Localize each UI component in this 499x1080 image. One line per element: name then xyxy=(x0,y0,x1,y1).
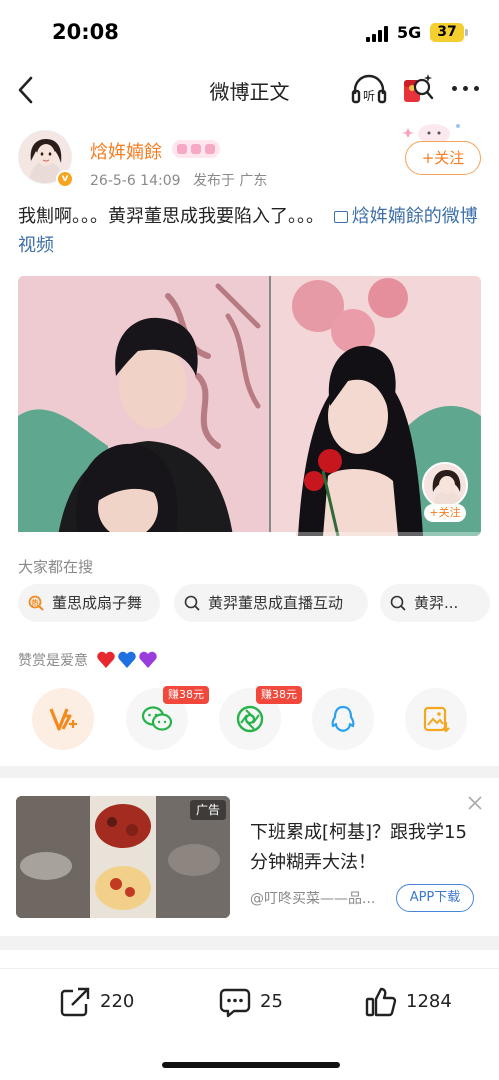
more-icon[interactable] xyxy=(452,84,482,94)
floating-avatar[interactable] xyxy=(422,462,468,508)
ad-title[interactable]: 下班累成[柯基]？跟我学15分钟糊弄大法！ xyxy=(250,818,482,878)
signal-icon xyxy=(366,26,390,42)
post-date: 26-5-6 14:09 xyxy=(90,173,181,189)
search-chip[interactable]: 黄羿董思成直播互动 xyxy=(174,584,368,622)
repost-button[interactable]: 220 xyxy=(58,985,148,1021)
wechat-reward-badge: 赚38元 xyxy=(163,686,209,704)
svg-text:热: 热 xyxy=(32,598,39,607)
wechat-icon xyxy=(141,706,173,731)
video-progress-bar[interactable] xyxy=(18,532,481,536)
battery-icon: 37 xyxy=(430,23,464,42)
search-icon xyxy=(184,595,200,611)
search-chip-label: 黄羿... xyxy=(414,594,459,612)
heart-icon xyxy=(118,651,136,668)
section-divider xyxy=(0,936,499,950)
red-packet-search-icon[interactable] xyxy=(400,70,436,108)
comment-count: 25 xyxy=(260,991,283,1012)
post-header: v 焓姩婻餘 26-5-6 14:09 发布于 广东 +关注 xyxy=(0,118,499,200)
listen-icon[interactable]: 听 xyxy=(350,72,388,108)
close-icon[interactable] xyxy=(466,794,484,812)
search-chip[interactable]: 黄羿... xyxy=(380,584,490,622)
post-text: 我劁啊。。。黄羿董思成我要陷入了。。。 焓姩婻餘的微博视频 xyxy=(18,202,484,260)
hot-search-chips: 热 董思成扇子舞 黄羿董思成直播互动 黄羿... xyxy=(18,584,499,622)
floating-follow-button[interactable]: +关注 xyxy=(424,504,466,522)
search-chip-label: 黄羿董思成直播互动 xyxy=(208,594,344,612)
reward-label: 赞赏是爱意 xyxy=(18,653,88,669)
home-indicator[interactable] xyxy=(162,1062,340,1068)
ad-download-button[interactable]: APP下载 xyxy=(396,884,474,912)
save-image-icon xyxy=(423,706,450,733)
hot-search-icon: 热 xyxy=(28,595,44,611)
post-location: 发布于 广东 xyxy=(192,173,268,189)
author-name[interactable]: 焓姩婻餘 xyxy=(90,138,162,164)
search-chip-label: 董思成扇子舞 xyxy=(52,594,143,612)
heart-icon xyxy=(139,651,157,668)
moments-reward-badge: 赚38元 xyxy=(256,686,302,704)
comment-button[interactable]: 25 xyxy=(218,985,298,1021)
follow-button[interactable]: +关注 xyxy=(405,141,481,175)
member-badge-icon[interactable] xyxy=(172,140,220,158)
share-row: 赚38元 赚38元 xyxy=(0,686,499,752)
moments-icon xyxy=(236,705,264,733)
repost-count: 220 xyxy=(100,991,135,1012)
ad-card[interactable]: 广告 下班累成[柯基]？跟我学15分钟糊弄大法！ @叮咚买菜——品... APP… xyxy=(0,778,499,936)
nav-bar: 微博正文 听 xyxy=(0,62,499,118)
hot-search-title: 大家都在搜 xyxy=(18,558,94,576)
svg-text:听: 听 xyxy=(363,89,375,103)
qq-share-button[interactable] xyxy=(312,688,374,750)
video-frame xyxy=(18,276,481,536)
comment-icon xyxy=(219,988,251,1018)
section-divider xyxy=(0,766,499,778)
video-link-icon xyxy=(333,211,348,223)
search-icon xyxy=(390,595,406,611)
action-bar: 220 25 1284 xyxy=(0,968,499,1038)
post-meta: 26-5-6 14:09 发布于 广东 xyxy=(90,170,275,190)
save-image-button[interactable] xyxy=(405,688,467,750)
battery-tip xyxy=(465,29,468,36)
video-progress-fill xyxy=(18,532,296,536)
video-player[interactable] xyxy=(18,276,481,536)
ad-tag: 广告 xyxy=(190,800,226,820)
heart-icon xyxy=(97,651,115,668)
qq-icon xyxy=(331,705,355,732)
like-count: 1284 xyxy=(406,991,452,1012)
verified-badge-icon: v xyxy=(56,170,74,188)
status-time: 20:08 xyxy=(52,20,119,44)
hearts-icon xyxy=(97,651,157,668)
post-body: 我劁啊。。。黄羿董思成我要陷入了。。。 xyxy=(18,206,324,227)
like-icon xyxy=(365,987,397,1017)
vplus-icon xyxy=(49,708,77,731)
ad-source: @叮咚买菜——品... xyxy=(250,891,376,907)
network-type: 5G xyxy=(397,23,422,42)
status-bar: 20:08 5G 37 xyxy=(0,0,499,62)
search-chip[interactable]: 热 董思成扇子舞 xyxy=(18,584,160,622)
vplus-share-button[interactable] xyxy=(32,688,94,750)
like-button[interactable]: 1284 xyxy=(364,985,464,1021)
repost-icon xyxy=(60,987,90,1017)
